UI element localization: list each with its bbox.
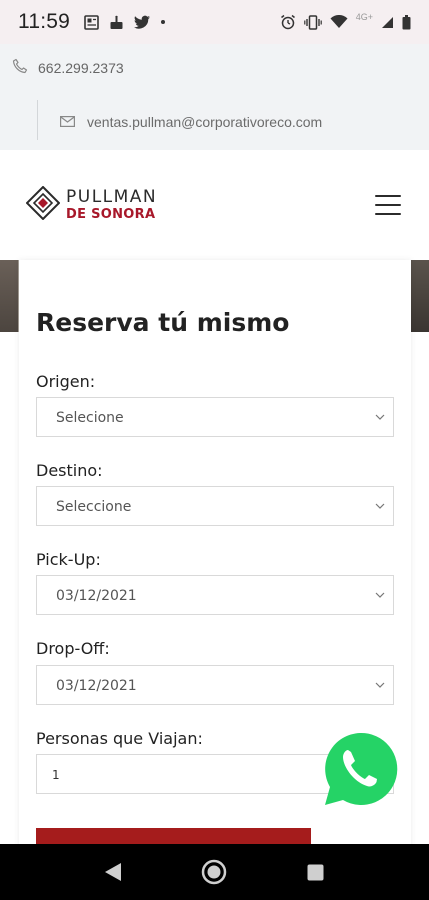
android-nav-bar	[0, 844, 429, 900]
email-contact[interactable]: ventas.pullman@corporativoreco.com	[60, 114, 322, 130]
network-type-label: 4G+	[355, 12, 373, 22]
origen-select[interactable]: Selecione	[36, 397, 394, 437]
news-icon	[84, 14, 99, 30]
phone-contact[interactable]: 662.299.2373	[12, 58, 124, 77]
status-left-icons	[84, 14, 165, 30]
destino-select[interactable]: Seleccione	[36, 486, 394, 526]
destino-label: Destino:	[36, 461, 103, 480]
whatsapp-icon	[325, 732, 398, 805]
contact-bar: 662.299.2373 ventas.pullman@corporativor…	[0, 44, 429, 150]
site-header: PULLMAN DE SONORA	[0, 150, 429, 260]
brand-line-2: DE SONORA	[66, 207, 156, 222]
mail-icon	[60, 114, 76, 130]
vibrate-icon	[303, 14, 322, 30]
status-bar: 11:59 4G+	[0, 0, 429, 44]
pickup-value: 03/12/2021	[56, 588, 137, 604]
chevron-down-icon	[375, 592, 385, 598]
personas-label: Personas que Viajan:	[36, 729, 203, 748]
brand-logo[interactable]: PULLMAN DE SONORA	[25, 185, 158, 224]
whatsapp-button[interactable]	[322, 731, 398, 807]
chevron-down-icon	[375, 414, 385, 420]
dot-icon	[161, 20, 165, 24]
email-address: ventas.pullman@corporativoreco.com	[87, 114, 323, 130]
phone-number: 662.299.2373	[38, 59, 124, 76]
origen-label: Origen:	[36, 372, 96, 391]
back-icon[interactable]	[104, 862, 122, 886]
twitter-icon	[134, 15, 151, 29]
alarm-icon	[280, 14, 296, 30]
contact-divider	[37, 100, 38, 140]
dropoff-label: Drop-Off:	[36, 639, 110, 658]
pickup-label: Pick-Up:	[36, 550, 101, 569]
phone-icon	[12, 58, 28, 77]
home-icon[interactable]	[201, 859, 227, 889]
pickup-date-select[interactable]: 03/12/2021	[36, 575, 394, 615]
destino-value: Seleccione	[56, 499, 132, 515]
origen-value: Selecione	[56, 410, 124, 426]
chevron-down-icon	[375, 503, 385, 509]
status-right-icons: 4G+	[280, 12, 411, 30]
brand-line-1: PULLMAN	[66, 187, 158, 207]
signal-icon	[381, 16, 394, 29]
diamond-logo-icon	[25, 185, 61, 224]
cake-icon	[109, 15, 124, 30]
dropoff-value: 03/12/2021	[56, 678, 137, 694]
chevron-down-icon	[375, 682, 385, 688]
recents-icon[interactable]	[307, 864, 324, 885]
personas-value: 1	[52, 768, 60, 782]
battery-icon	[402, 14, 411, 30]
wifi-icon	[330, 15, 348, 29]
form-title: Reserva tú mismo	[36, 308, 290, 337]
menu-hamburger-icon[interactable]	[375, 195, 401, 215]
dropoff-date-select[interactable]: 03/12/2021	[36, 665, 394, 705]
status-time: 11:59	[18, 10, 70, 33]
